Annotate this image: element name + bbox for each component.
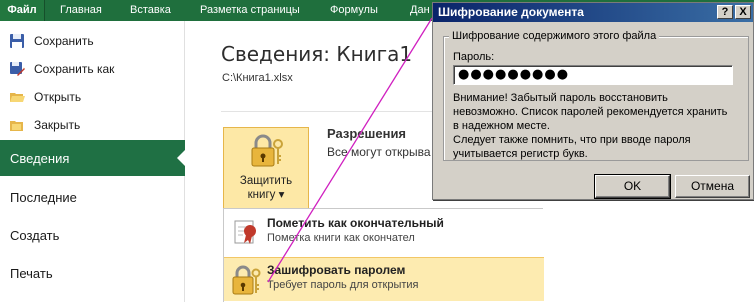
- open-folder-icon: [9, 89, 25, 105]
- sidebar-item-label: Печать: [10, 265, 53, 281]
- protect-workbook-label: Защитить книгу ▾: [239, 175, 293, 201]
- tab-home[interactable]: Главная: [60, 0, 102, 21]
- close-button[interactable]: X: [735, 5, 751, 19]
- dialog-title: Шифрование документа: [433, 3, 753, 22]
- warning-text: Внимание! Забытый пароль восстановить не…: [453, 92, 728, 160]
- permissions-description: Все могут открыва: [327, 145, 431, 159]
- sidebar-item-open[interactable]: Открыть: [0, 83, 185, 110]
- sidebar-item-label: Сохранить: [34, 33, 94, 48]
- backstage-sidebar: Сохранить Сохранить как Открыть Закрыть …: [0, 21, 186, 302]
- sidebar-item-label: Последние: [10, 189, 77, 205]
- permissions-heading: Разрешения: [327, 126, 407, 141]
- sidebar-item-new[interactable]: Создать: [0, 217, 185, 253]
- page-title: Сведения: Книга1: [221, 42, 413, 66]
- tab-data[interactable]: Дан: [410, 0, 430, 21]
- tab-file[interactable]: Файл: [0, 0, 45, 21]
- save-icon: [9, 33, 25, 49]
- password-label: Пароль:: [453, 51, 495, 63]
- sidebar-item-label: Закрыть: [34, 117, 81, 132]
- sidebar-item-print[interactable]: Печать: [0, 255, 185, 291]
- lock-key-icon: [232, 265, 261, 295]
- menu-item-title: Зашифровать паролем: [267, 263, 406, 277]
- ok-button[interactable]: OK: [594, 174, 671, 199]
- sidebar-item-recent[interactable]: Последние: [0, 179, 185, 215]
- protect-workbook-button[interactable]: Защитить книгу ▾: [223, 127, 309, 209]
- file-path: C:\Книга1.xlsx: [222, 72, 293, 84]
- sidebar-item-close[interactable]: Закрыть: [0, 111, 185, 138]
- cancel-button[interactable]: Отмена: [675, 175, 750, 198]
- sidebar-item-save-as[interactable]: Сохранить как: [0, 55, 185, 82]
- tab-insert[interactable]: Вставка: [130, 0, 171, 21]
- help-button[interactable]: ?: [717, 5, 733, 19]
- tab-formulas[interactable]: Формулы: [330, 0, 378, 21]
- save-as-icon: [9, 61, 25, 77]
- menu-item-title: Пометить как окончательный: [267, 216, 444, 230]
- group-label: Шифрование содержимого этого файла: [449, 30, 660, 42]
- close-file-icon: [9, 117, 25, 133]
- sidebar-item-info[interactable]: Сведения: [0, 140, 186, 176]
- sidebar-item-save[interactable]: Сохранить: [0, 27, 185, 54]
- menu-item-encrypt-password[interactable]: Зашифровать паролем Требует пароль для о…: [224, 257, 544, 301]
- ribbon-stamp-icon: [234, 220, 256, 244]
- password-input[interactable]: ●●●●●●●●●: [453, 65, 733, 85]
- encrypt-document-dialog: Шифрование документа ? X Шифрование соде…: [432, 2, 754, 200]
- menu-item-subtitle: Пометка книги как окончател: [267, 232, 415, 244]
- sidebar-item-label: Сведения: [10, 150, 70, 166]
- tab-page-layout[interactable]: Разметка страницы: [200, 0, 300, 21]
- sidebar-item-label: Открыть: [34, 89, 82, 104]
- lock-key-icon: [251, 134, 283, 167]
- sidebar-item-label: Сохранить как: [34, 61, 115, 76]
- menu-item-mark-final[interactable]: Пометить как окончательный Пометка книги…: [224, 211, 544, 255]
- protect-dropdown-menu: Пометить как окончательный Пометка книги…: [223, 208, 544, 302]
- sidebar-item-label: Создать: [10, 227, 60, 243]
- menu-item-subtitle: Требует пароль для открытия: [267, 279, 419, 291]
